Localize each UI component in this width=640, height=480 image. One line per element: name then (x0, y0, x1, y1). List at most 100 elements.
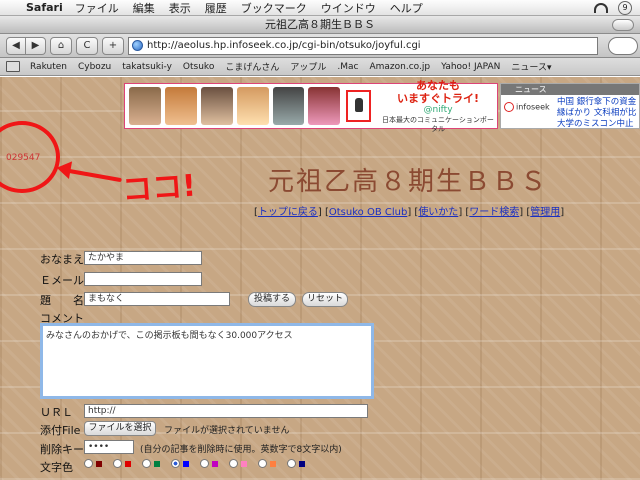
color-swatch (270, 460, 276, 467)
banner-line-3: @nifty (423, 105, 453, 116)
avatar (129, 87, 161, 125)
window-title: 元祖乙高８期生ＢＢＳ (265, 18, 375, 31)
banner-text: あなたも いますぐトライ! @nifty 日本最大のコミュニケーションポータル (379, 79, 497, 133)
reload-button[interactable]: C (76, 36, 98, 55)
avatar (164, 87, 197, 125)
color-swatch (183, 460, 189, 467)
address-bar[interactable]: http://aeolus.hp.infoseek.co.jp/cgi-bin/… (128, 36, 598, 55)
name-input[interactable]: たかやま (84, 251, 202, 265)
annotation-circle (0, 121, 60, 193)
color-swatch (212, 460, 218, 467)
color-radio[interactable] (142, 459, 151, 468)
text-color-label: 文字色 (40, 461, 73, 474)
text-color-options (84, 459, 313, 468)
link-top[interactable]: トップに戻る (258, 207, 318, 218)
file-status: ファイルが選択されていません (164, 426, 290, 436)
bookmark-apple[interactable]: アップル (290, 60, 326, 73)
infoseek-news-banner[interactable]: ニュース infoseek 中国 銀行傘下の資金 縁ばかり 文科相が比 大学のミ… (500, 83, 640, 129)
avatar (200, 87, 233, 125)
color-swatch (241, 460, 247, 467)
submit-button[interactable]: 投稿する (248, 292, 296, 307)
email-label: Ｅメール (40, 274, 84, 287)
comment-textarea[interactable]: みなさんのおかげで、この掲示板も間もなく30.000アクセス (40, 323, 374, 399)
color-radio[interactable] (200, 459, 209, 468)
banner-line-2: いますぐトライ! (396, 92, 479, 106)
link-howto[interactable]: 使いかた (418, 207, 458, 218)
menu-window[interactable]: ウインドウ (321, 0, 376, 16)
color-radio[interactable] (229, 459, 238, 468)
bookmark-otsuko[interactable]: Otsuko (183, 62, 214, 72)
infoseek-logo-icon (504, 102, 514, 112)
link-ob-club[interactable]: Otsuko OB Club (329, 207, 407, 218)
menu-bookmarks[interactable]: ブックマーク (241, 0, 307, 16)
color-radio[interactable] (84, 459, 93, 468)
menu-app[interactable]: Safari (26, 1, 63, 14)
url-input[interactable]: http:// (84, 404, 368, 418)
news-link[interactable]: 大学のミスコン中止 (557, 119, 636, 130)
wifi-icon[interactable] (594, 2, 608, 13)
subject-input[interactable]: まもなく (84, 292, 230, 306)
color-swatch (125, 460, 131, 467)
menu-view[interactable]: 表示 (169, 0, 191, 16)
news-list: 中国 銀行傘下の資金 縁ばかり 文科相が比 大学のミスコン中止 (557, 97, 636, 130)
menu-edit[interactable]: 編集 (133, 0, 155, 16)
color-swatch (96, 460, 102, 467)
avatar (236, 87, 269, 125)
bookmarks-book-icon[interactable] (6, 61, 20, 72)
banner-line-1: あなたも (415, 79, 460, 93)
bookmark-komagen[interactable]: こまげんさん (225, 60, 279, 73)
news-header: ニュース (501, 84, 639, 95)
menu-history[interactable]: 履歴 (205, 0, 227, 16)
forward-button[interactable]: ▶ (26, 36, 46, 55)
color-radio[interactable] (113, 459, 122, 468)
home-button[interactable]: ⌂ (50, 36, 72, 55)
banner-line-4: 日本最大のコミュニケーションポータル (382, 116, 494, 133)
bookmark-takatsuki[interactable]: takatsuki-y (122, 62, 172, 72)
bookmark-mac[interactable]: .Mac (337, 62, 358, 72)
color-radio[interactable] (171, 459, 180, 468)
subject-label: 題 名 (40, 294, 84, 307)
toolbar: ◀ ▶ ⌂ C + http://aeolus.hp.infoseek.co.j… (0, 34, 640, 58)
link-search[interactable]: ワード検索 (469, 207, 519, 218)
page-title: 元祖乙高８期生ＢＢＳ (268, 167, 549, 197)
bookmark-amazon[interactable]: Amazon.co.jp (369, 62, 430, 72)
name-label: おなまえ (40, 253, 84, 266)
file-label: 添付File (40, 424, 81, 437)
add-bookmark-button[interactable]: + (102, 36, 124, 55)
choose-file-button[interactable]: ファイルを選択 (84, 421, 156, 436)
link-admin[interactable]: 管理用 (530, 207, 560, 218)
bookmarks-bar: Rakuten Cybozu takatsuki-y Otsuko こまげんさん… (0, 58, 640, 76)
bookmark-news[interactable]: ニュース▾ (511, 60, 551, 73)
infoseek-logo: infoseek (504, 102, 550, 112)
avatar (272, 87, 305, 125)
globe-icon (132, 40, 143, 51)
color-radio[interactable] (287, 459, 296, 468)
news-link[interactable]: 縁ばかり 文科相が比 (557, 108, 636, 119)
reset-button[interactable]: リセット (302, 292, 348, 307)
bookmark-cybozu[interactable]: Cybozu (78, 62, 111, 72)
news-link[interactable]: 中国 銀行傘下の資金 (557, 97, 636, 108)
menu-file[interactable]: ファイル (75, 0, 119, 16)
delete-key-input[interactable]: •••• (84, 440, 134, 454)
menubar: Safari ファイル 編集 表示 履歴 ブックマーク ウインドウ ヘルプ 9 (0, 0, 640, 16)
clock-icon[interactable]: 9 (618, 0, 632, 15)
annotation-arrow-icon (62, 167, 122, 183)
bbs-nav-links: [トップに戻る] [Otsuko OB Club] [使いかた] [ワード検索]… (254, 207, 565, 218)
search-field[interactable] (608, 36, 638, 55)
email-input[interactable] (84, 272, 202, 286)
color-swatch (154, 460, 160, 467)
nifty-banner[interactable]: あなたも いますぐトライ! @nifty 日本最大のコミュニケーションポータル (124, 79, 498, 133)
address-text: http://aeolus.hp.infoseek.co.jp/cgi-bin/… (147, 40, 421, 51)
hand-cursor-icon (355, 98, 364, 112)
menu-help[interactable]: ヘルプ (390, 0, 423, 16)
bookmark-yahoo[interactable]: Yahoo! JAPAN (441, 62, 500, 72)
delete-key-note: (自分の記事を削除時に使用。英数字で8文字以内) (140, 445, 342, 455)
banner-cursor-box (346, 90, 371, 122)
url-label: ＵＲＬ (40, 406, 73, 419)
delete-key-label: 削除キー (40, 443, 84, 456)
bookmark-rakuten[interactable]: Rakuten (30, 62, 67, 72)
color-radio[interactable] (258, 459, 267, 468)
page-content: あなたも いますぐトライ! @nifty 日本最大のコミュニケーションポータル … (0, 77, 640, 480)
toolbar-toggle-button[interactable] (612, 19, 634, 31)
back-button[interactable]: ◀ (6, 36, 26, 55)
